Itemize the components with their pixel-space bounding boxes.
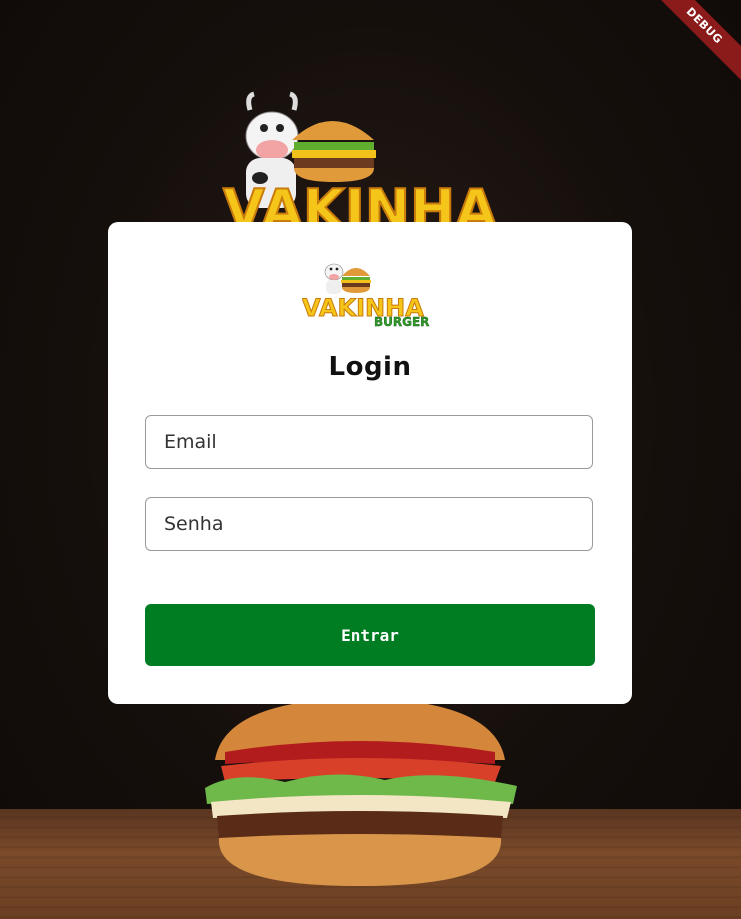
login-card: VAKINHA BURGER Login Entrar bbox=[108, 222, 632, 704]
login-button[interactable]: Entrar bbox=[145, 604, 595, 666]
logo-sub-text: BURGER bbox=[374, 315, 429, 328]
background-logo-text: VAKINHA bbox=[223, 178, 497, 228]
page-title: Login bbox=[328, 352, 412, 382]
burger-icon bbox=[292, 121, 376, 182]
password-field[interactable] bbox=[145, 497, 593, 551]
burger-photo bbox=[205, 698, 517, 886]
burger-icon bbox=[341, 268, 371, 293]
email-field[interactable] bbox=[145, 415, 593, 469]
background-logo: VAKINHA bbox=[222, 91, 498, 228]
cow-mascot-icon bbox=[324, 263, 344, 294]
vakinha-burger-logo: VAKINHA BURGER bbox=[302, 263, 430, 328]
